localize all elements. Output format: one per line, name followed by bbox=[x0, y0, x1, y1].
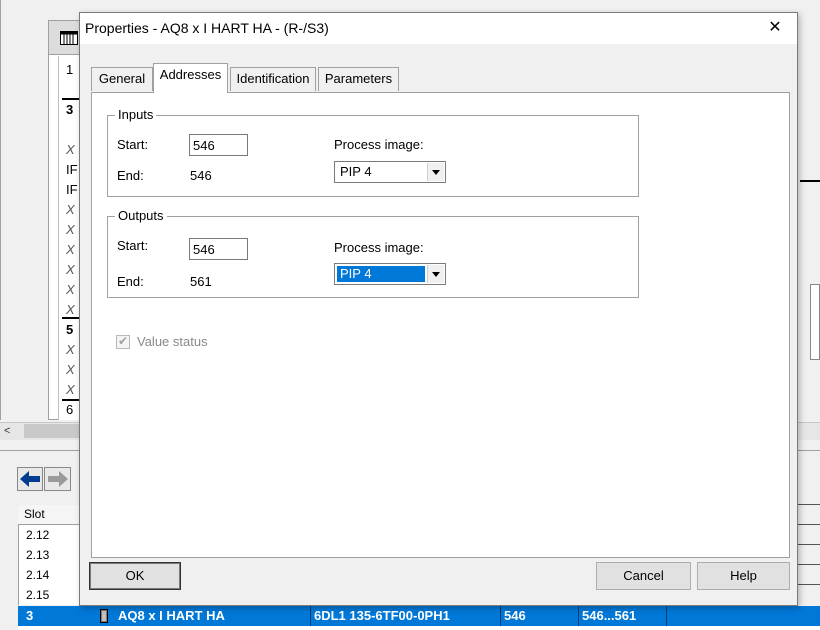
slot-cell[interactable]: 2.13 bbox=[26, 548, 49, 562]
outputs-start-label: Start: bbox=[117, 238, 149, 253]
row-address: 546 bbox=[504, 608, 526, 623]
checkbox-check-icon bbox=[116, 334, 130, 349]
background-bottom bbox=[18, 626, 820, 630]
slot-cell[interactable]: 2.15 bbox=[26, 588, 49, 602]
outputs-group: Outputs Start: End: 561 Process image: P… bbox=[107, 208, 639, 298]
properties-dialog: Properties - AQ8 x I HART HA - (R-/S3) ✕… bbox=[79, 12, 798, 606]
forward-button[interactable] bbox=[44, 467, 71, 491]
dialog-title-bar[interactable]: Properties - AQ8 x I HART HA - (R-/S3) ✕ bbox=[80, 13, 797, 44]
chevron-down-icon[interactable] bbox=[427, 163, 444, 181]
dialog-title: Properties - AQ8 x I HART HA - (R-/S3) bbox=[85, 20, 329, 36]
scroll-left-button[interactable]: < bbox=[4, 424, 20, 438]
module-icon bbox=[100, 609, 108, 623]
scrollbar-thumb[interactable] bbox=[24, 424, 84, 438]
back-button[interactable] bbox=[17, 467, 43, 491]
slot-column-header[interactable]: Slot bbox=[18, 505, 88, 525]
outputs-end-value: 561 bbox=[190, 274, 212, 289]
inputs-process-image-value: PIP 4 bbox=[340, 164, 372, 179]
selected-module-row[interactable]: 3 AQ8 x I HART HA 6DL1 135-6TF00-0PH1 54… bbox=[18, 606, 820, 626]
arrow-left-icon bbox=[20, 471, 40, 487]
close-button[interactable]: ✕ bbox=[760, 18, 790, 40]
outputs-process-image-select[interactable]: PIP 4 bbox=[334, 263, 446, 285]
arrow-right-icon bbox=[48, 471, 68, 487]
table-icon bbox=[60, 31, 78, 45]
background-panel-edge bbox=[810, 284, 820, 360]
value-status-label: Value status bbox=[137, 334, 208, 349]
ok-button[interactable]: OK bbox=[89, 562, 181, 590]
outputs-group-label: Outputs bbox=[115, 208, 167, 223]
chevron-down-icon[interactable] bbox=[427, 265, 444, 283]
tab-general[interactable]: General bbox=[91, 67, 153, 91]
grid-lines bbox=[798, 502, 820, 602]
cancel-button[interactable]: Cancel bbox=[596, 562, 691, 590]
close-icon: ✕ bbox=[768, 19, 782, 36]
slot-cell[interactable]: 2.12 bbox=[26, 528, 49, 542]
row-slot: 3 bbox=[26, 608, 34, 623]
inputs-group: Inputs Start: End: 546 Process image: PI… bbox=[107, 107, 639, 197]
tab-identification[interactable]: Identification bbox=[230, 67, 316, 91]
help-button[interactable]: Help bbox=[697, 562, 790, 590]
outputs-process-image-label: Process image: bbox=[334, 240, 424, 255]
row-address-range: 546...561 bbox=[582, 608, 637, 623]
outputs-start-input[interactable] bbox=[189, 238, 248, 260]
inputs-group-label: Inputs bbox=[115, 107, 157, 122]
inputs-process-image-select[interactable]: PIP 4 bbox=[334, 161, 446, 183]
outputs-process-image-value: PIP 4 bbox=[337, 266, 425, 282]
background-line bbox=[800, 180, 820, 182]
slot-cell[interactable]: 2.14 bbox=[26, 568, 49, 582]
inputs-end-label: End: bbox=[117, 168, 144, 183]
inputs-start-label: Start: bbox=[117, 137, 149, 152]
row-module-name: AQ8 x I HART HA bbox=[118, 608, 225, 623]
background-divider bbox=[0, 0, 1, 420]
outputs-end-label: End: bbox=[117, 274, 144, 289]
inputs-process-image-label: Process image: bbox=[334, 137, 424, 152]
tab-addresses[interactable]: Addresses bbox=[153, 63, 228, 93]
addresses-tab-panel: Inputs Start: End: 546 Process image: PI… bbox=[91, 92, 790, 558]
inputs-end-value: 546 bbox=[190, 168, 212, 183]
tab-parameters[interactable]: Parameters bbox=[318, 67, 399, 91]
row-order-number: 6DL1 135-6TF00-0PH1 bbox=[314, 608, 450, 623]
inputs-start-input[interactable] bbox=[189, 134, 248, 156]
